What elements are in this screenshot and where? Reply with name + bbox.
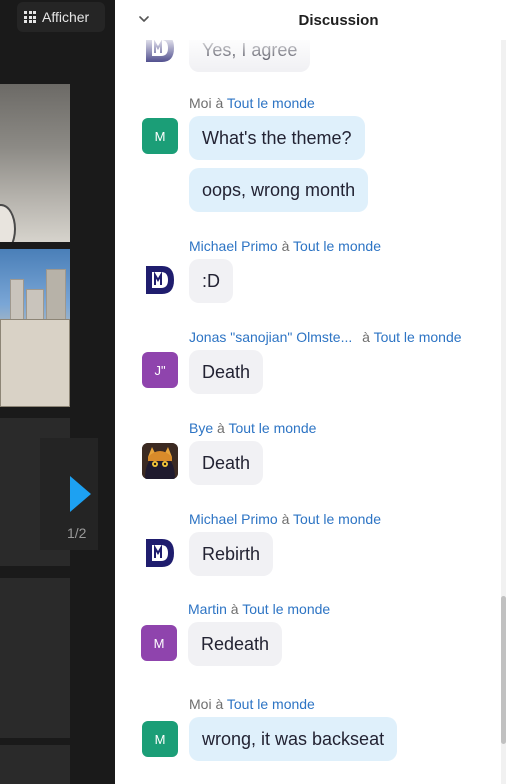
message-list[interactable]: Yes, I agree Moi à Tout le monde M What'… bbox=[115, 0, 501, 784]
participant-video bbox=[0, 204, 16, 242]
cat-icon bbox=[142, 443, 178, 479]
recipient-link[interactable]: Tout le monde bbox=[227, 696, 315, 712]
message-bubble[interactable]: Death bbox=[189, 441, 264, 485]
message-bubble[interactable]: Death bbox=[189, 350, 264, 394]
view-button-label: Afficher bbox=[42, 9, 90, 25]
recipient-link[interactable]: Tout le monde bbox=[293, 511, 381, 527]
video-tile[interactable] bbox=[0, 578, 70, 738]
message-bubble[interactable]: What's the theme? bbox=[189, 116, 365, 160]
avatar: M bbox=[142, 721, 178, 757]
view-button[interactable]: Afficher bbox=[17, 2, 105, 32]
recipient-link[interactable]: Tout le monde bbox=[228, 420, 316, 436]
page-indicator: 1/2 bbox=[67, 525, 87, 541]
avatar bbox=[142, 535, 178, 571]
play-arrow-icon[interactable] bbox=[70, 476, 91, 512]
message-sender: Michael Primo à Tout le monde bbox=[189, 511, 381, 527]
message-sender: Michael Primo à Tout le monde bbox=[189, 238, 381, 254]
recipient-link[interactable]: Tout le monde bbox=[242, 601, 330, 617]
avatar: M bbox=[141, 625, 177, 661]
gallery-pager: 1/2 bbox=[40, 438, 98, 550]
grid-icon bbox=[24, 11, 36, 23]
scrollbar-thumb[interactable] bbox=[501, 596, 506, 744]
dm-logo-icon bbox=[146, 266, 174, 294]
message-sender: Martin à Tout le monde bbox=[188, 601, 331, 617]
avatar: J" bbox=[142, 352, 178, 388]
recipient-link[interactable]: Tout le monde bbox=[293, 238, 381, 254]
message-bubble[interactable]: oops, wrong month bbox=[189, 168, 369, 212]
message-bubble[interactable]: :D bbox=[189, 259, 233, 303]
message-bubble[interactable]: Redeath bbox=[188, 622, 283, 666]
message-bubble[interactable]: Rebirth bbox=[189, 532, 274, 576]
chat-title: Discussion bbox=[298, 12, 379, 29]
avatar: M bbox=[142, 118, 178, 154]
chat-panel: Yes, I agree Moi à Tout le monde M What'… bbox=[115, 0, 506, 784]
message-sender: Jonas "sanojian" Olmste... à Tout le mon… bbox=[189, 329, 462, 345]
message-sender: Bye à Tout le monde bbox=[189, 420, 317, 436]
message-sender: Moi à Tout le monde bbox=[189, 95, 315, 111]
video-panel: Afficher 1/2 bbox=[0, 0, 115, 784]
avatar bbox=[142, 443, 178, 479]
message-bubble[interactable]: wrong, it was backseat bbox=[189, 717, 398, 761]
message-sender: Moi à Tout le monde bbox=[189, 696, 315, 712]
recipient-link[interactable]: Tout le monde bbox=[227, 95, 315, 111]
chat-header: Discussion bbox=[115, 0, 506, 40]
recipient-link[interactable]: Tout le monde bbox=[374, 329, 462, 345]
video-topbar: Afficher bbox=[0, 0, 115, 35]
avatar bbox=[142, 262, 178, 298]
video-tile[interactable] bbox=[0, 84, 70, 242]
video-tile[interactable] bbox=[0, 745, 70, 784]
video-tile[interactable] bbox=[0, 249, 70, 407]
dm-logo-icon bbox=[146, 539, 174, 567]
